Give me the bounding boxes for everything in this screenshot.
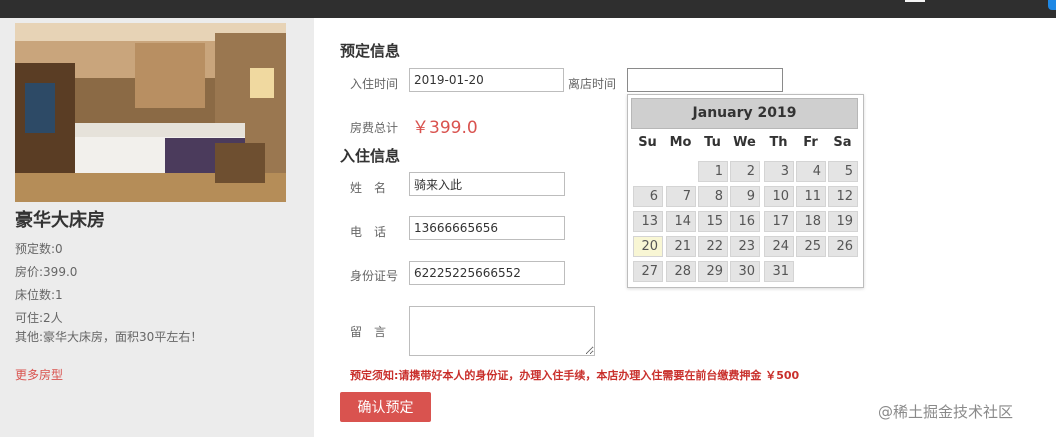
calendar-day[interactable]: 30 xyxy=(730,261,760,282)
weekday-header-fr: Fr xyxy=(803,135,818,150)
calendar-day[interactable]: 27 xyxy=(633,261,663,282)
calendar-day[interactable]: 5 xyxy=(828,161,858,182)
room-detail-beds: 床位数:1 xyxy=(15,288,63,302)
calendar-day[interactable]: 22 xyxy=(698,236,728,257)
calendar-day[interactable]: 11 xyxy=(796,186,826,207)
booking-form-panel: 预定信息 入住时间 离店时间 房费总计 ￥399.0 入住信息 姓 名 电 话 … xyxy=(314,18,1056,437)
weekday-header-su: Su xyxy=(638,135,657,150)
room-photo-image xyxy=(15,23,286,202)
calendar-day[interactable]: 3 xyxy=(764,161,794,182)
calendar-day[interactable]: 2 xyxy=(730,161,760,182)
weekday-header-sa: Sa xyxy=(833,135,852,150)
calendar-day[interactable]: 13 xyxy=(633,211,663,232)
phone-input[interactable] xyxy=(409,216,565,240)
calendar-day[interactable]: 9 xyxy=(730,186,760,207)
calendar-day[interactable]: 21 xyxy=(666,236,696,257)
corner-tab[interactable] xyxy=(1048,0,1056,10)
calendar-day[interactable]: 10 xyxy=(764,186,794,207)
calendar-month-header: January 2019 xyxy=(631,98,858,129)
calendar-day[interactable]: 25 xyxy=(796,236,826,257)
checkin-label: 入住时间 xyxy=(350,77,399,91)
calendar-day[interactable]: 6 xyxy=(633,186,663,207)
calendar-day[interactable]: 4 xyxy=(796,161,826,182)
calendar-day[interactable]: 26 xyxy=(828,236,858,257)
message-textarea[interactable] xyxy=(409,306,595,356)
top-scroll-indicator xyxy=(905,0,925,2)
calendar-day[interactable]: 23 xyxy=(730,236,760,257)
weekday-header-we: We xyxy=(733,135,756,150)
calendar-day[interactable]: 18 xyxy=(796,211,826,232)
calendar-day[interactable]: 29 xyxy=(698,261,728,282)
room-detail-price: 房价:399.0 xyxy=(15,265,78,279)
watermark-text: @稀土掘金技术社区 xyxy=(878,403,1014,421)
checkout-label: 离店时间 xyxy=(568,77,617,91)
room-sidebar: 豪华大床房 预定数:0 房价:399.0 床位数:1 可住:2人 其他:豪华大床… xyxy=(0,18,314,437)
room-detail-bookings: 预定数:0 xyxy=(15,242,63,256)
checkin-date-input[interactable] xyxy=(409,68,564,92)
calendar-day[interactable]: 16 xyxy=(730,211,760,232)
weekday-header-th: Th xyxy=(769,135,788,150)
calendar-day[interactable]: 31 xyxy=(764,261,794,282)
checkout-date-input[interactable] xyxy=(627,68,783,92)
calendar-day[interactable]: 14 xyxy=(666,211,696,232)
calendar-day[interactable]: 12 xyxy=(828,186,858,207)
confirm-booking-button[interactable]: 确认预定 xyxy=(340,392,431,422)
name-label: 姓 名 xyxy=(350,181,387,195)
calendar-day[interactable]: 8 xyxy=(698,186,728,207)
booking-section-title: 预定信息 xyxy=(340,42,401,60)
name-input[interactable] xyxy=(409,172,565,196)
calendar-day[interactable]: 17 xyxy=(764,211,794,232)
room-detail-other: 其他:豪华大床房，面积30平左右！ xyxy=(15,330,203,344)
calendar-day[interactable]: 24 xyxy=(764,236,794,257)
message-label: 留 言 xyxy=(350,325,387,339)
calendar-day[interactable]: 15 xyxy=(698,211,728,232)
calendar-day[interactable]: 20 xyxy=(633,236,663,257)
id-number-input[interactable] xyxy=(409,261,565,285)
browser-top-bar xyxy=(0,0,1056,18)
weekday-header-mo: Mo xyxy=(669,135,692,150)
total-label: 房费总计 xyxy=(350,121,399,135)
calendar-day[interactable]: 1 xyxy=(698,161,728,182)
total-price: ￥399.0 xyxy=(412,118,478,138)
calendar-day[interactable]: 19 xyxy=(828,211,858,232)
calendar-day[interactable]: 7 xyxy=(666,186,696,207)
guest-section-title: 入住信息 xyxy=(340,147,401,165)
booking-notice: 预定须知:请携带好本人的身份证，办理入住手续，本店办理入住需要在前台缴费押金 ￥… xyxy=(350,369,800,382)
room-title: 豪华大床房 xyxy=(15,210,105,231)
id-number-label: 身份证号 xyxy=(350,269,399,283)
date-picker-calendar: January 2019 Su Mo Tu We Th Fr Sa 1 2 3 4 5 6 7 8 9 10 11… xyxy=(627,94,864,288)
weekday-header-tu: Tu xyxy=(704,135,721,150)
more-room-types-link[interactable]: 更多房型 xyxy=(15,366,63,383)
room-detail-capacity: 可住:2人 xyxy=(15,311,63,325)
calendar-day[interactable]: 28 xyxy=(666,261,696,282)
phone-label: 电 话 xyxy=(350,225,387,239)
